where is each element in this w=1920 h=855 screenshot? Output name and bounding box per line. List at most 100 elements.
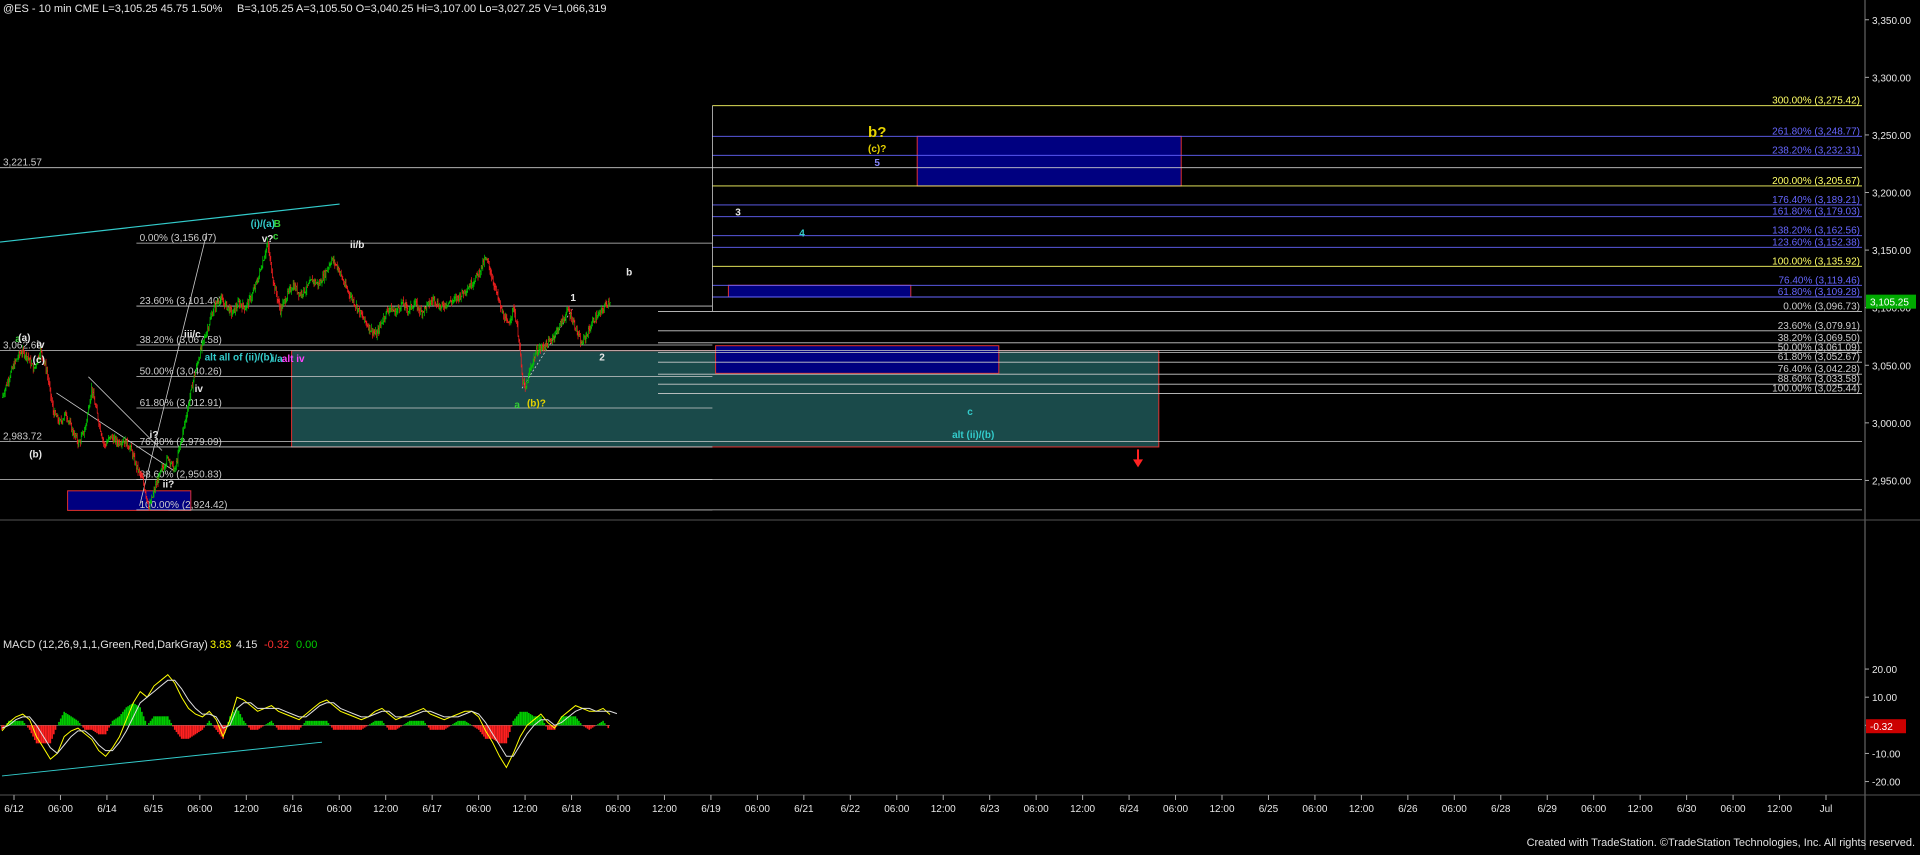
wave-label: 1 [570,293,576,304]
fib-right-low-label: 61.80% (3,052.67) [1778,352,1860,363]
wave-label: 5 [874,158,880,169]
wave-label: alt (ii)/(b) [952,430,994,441]
wave-label: (c)? [868,144,886,155]
fib-right-low-label: 0.00% (3,096.73) [1783,301,1860,312]
x-tick-label: 12:00 [513,804,538,815]
wave-label: ii? [163,479,175,490]
fib-right-high-label: 123.60% (3,152.38) [1772,237,1860,248]
footer-credit: Created with TradeStation. ©TradeStation… [1527,837,1915,849]
chart-window: @ES - 10 min CME L=3,105.25 45.75 1.50% … [0,0,1920,850]
x-tick-label: 06:00 [187,804,212,815]
wave-label: 2 [599,353,605,364]
x-tick-label: 06:00 [605,804,630,815]
wave-label: iv [195,384,204,395]
x-tick-label: 06:00 [1163,804,1188,815]
fib-right-high-label: 300.00% (3,275.42) [1772,96,1860,107]
y-tick-label: 3,200.00 [1872,189,1911,200]
y-tick-label: 3,300.00 [1872,73,1911,84]
quote-header: B=3,105.25 A=3,105.50 O=3,040.25 Hi=3,10… [237,3,606,15]
x-tick-label: 6/15 [144,804,164,815]
x-tick-label: 6/14 [97,804,117,815]
fib-left-label: 23.60% (3,101.40) [140,296,222,307]
fib-right-high-label: 61.80% (3,109.28) [1778,287,1860,298]
last-price-label: 3,105.25 [1870,298,1909,309]
y-tick-label: 3,350.00 [1872,16,1911,27]
y-tick-label: 3,050.00 [1872,361,1911,372]
x-tick-label: 06:00 [327,804,352,815]
macd-y-tick-label: -10.00 [1872,749,1901,760]
x-tick-label: 12:00 [1209,804,1234,815]
x-tick-label: 06:00 [1024,804,1049,815]
wave-label: 3 [735,208,741,219]
x-tick-label: 06:00 [884,804,909,815]
x-tick-label: 6/21 [794,804,814,815]
wave-label: B [274,219,281,230]
macd-header-value-1: 3.83 [210,639,231,651]
fib-left-label: 61.80% (3,012.91) [140,398,222,409]
wave-label: v? [262,234,274,245]
chart-svg[interactable]: @ES - 10 min CME L=3,105.25 45.75 1.50% … [0,0,1920,850]
price-level-label: 2,983.72 [3,432,42,443]
x-tick-label: 6/24 [1119,804,1139,815]
target-box-b [916,135,1182,187]
x-tick-label: 6/17 [422,804,442,815]
wave-b-box [727,284,912,298]
wave-label: c [967,407,973,418]
y-tick-label: 3,000.00 [1872,419,1911,430]
wave-label: (a) [18,333,30,344]
x-tick-label: 12:00 [234,804,259,815]
fib-right-high-label: 138.20% (3,162.56) [1772,226,1860,237]
macd-header-value-2: 4.15 [236,639,257,651]
fib-right-high-label: 176.40% (3,189.21) [1772,195,1860,206]
x-tick-label: 6/23 [980,804,1000,815]
x-tick-label: 06:00 [48,804,73,815]
fib-left-label: 88.60% (2,950.83) [140,469,222,480]
price-level-label: 3,221.57 [3,158,42,169]
x-tick-label: 06:00 [1442,804,1467,815]
fib-left-label: 50.00% (3,040.26) [140,366,222,377]
x-tick-label: 6/19 [701,804,721,815]
wave-label: b? [868,124,886,141]
macd-y-tick-label: 20.00 [1872,665,1897,676]
x-tick-label: 12:00 [1349,804,1374,815]
wave-label: i? [150,430,159,441]
wave-label: alt iv [282,354,305,365]
macd-y-tick-label: -20.00 [1872,778,1901,789]
wave-label: alt all of (ii)/(b) [205,353,273,364]
fib-right-high-label: 161.80% (3,179.03) [1772,207,1860,218]
fib-right-high-label: 238.20% (3,232.31) [1772,145,1860,156]
x-tick-label: 6/29 [1537,804,1557,815]
x-tick-label: 6/26 [1398,804,1418,815]
x-tick-label: Jul [1820,804,1833,815]
wave-label: ii/b [350,240,364,251]
wave-2-box [715,345,1000,374]
wave-label: (c) [33,355,45,366]
fib-left-label: 38.20% (3,067.58) [140,335,222,346]
wave-label: a [514,400,520,411]
fib-right-high-label: 100.00% (3,135.92) [1772,256,1860,267]
fib-left-label: 100.00% (2,924.42) [140,500,228,511]
x-tick-label: 06:00 [1721,804,1746,815]
wave-label: b [626,267,632,278]
x-tick-label: 6/18 [562,804,582,815]
wave-label: c [273,232,279,243]
y-tick-label: 2,950.00 [1872,476,1911,487]
y-tick-label: 3,150.00 [1872,246,1911,257]
x-tick-label: 12:00 [652,804,677,815]
x-tick-label: 06:00 [466,804,491,815]
x-tick-label: 06:00 [745,804,770,815]
x-tick-label: 6/28 [1491,804,1511,815]
macd-header-value-4: 0.00 [296,639,317,651]
wave-label: iii/c [184,330,201,341]
x-tick-label: 12:00 [373,804,398,815]
macd-header-value-3: -0.32 [264,639,289,651]
fib-right-low-label: 23.60% (3,079.91) [1778,321,1860,332]
macd-y-tick-label: 10.00 [1872,693,1897,704]
y-tick-label: 3,250.00 [1872,131,1911,142]
x-tick-label: 6/22 [841,804,861,815]
fib-right-high-label: 200.00% (3,205.67) [1772,176,1860,187]
macd-header-label: MACD (12,26,9,1,1,Green,Red,DarkGray) [3,639,208,651]
x-tick-label: 6/16 [283,804,303,815]
x-tick-label: 6/12 [4,804,24,815]
x-tick-label: 6/30 [1677,804,1697,815]
